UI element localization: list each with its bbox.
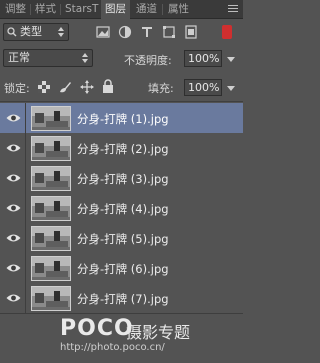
eye-icon xyxy=(6,264,21,272)
eye-icon xyxy=(6,234,21,242)
layer-thumbnail xyxy=(31,256,71,281)
lock-transparent-pixels-icon[interactable] xyxy=(38,81,50,93)
opacity-label: 不透明度: xyxy=(124,54,172,67)
filter-toggle-icon[interactable] xyxy=(222,25,232,39)
blend-row: 正常 不透明度: 100% xyxy=(0,46,243,70)
panel-tab-bar: 调整 样式 StarsT 图层 通道 属性 xyxy=(0,0,243,19)
tab-adjustments[interactable]: 调整 xyxy=(5,0,26,19)
adjustment-layer-filter-icon[interactable] xyxy=(118,25,132,39)
fill-arrow-icon[interactable] xyxy=(227,86,235,91)
layer-row[interactable]: 分身-打牌 (3).jpg xyxy=(0,163,243,194)
watermark-url: http://photo.poco.cn/ xyxy=(60,342,165,353)
layer-row[interactable]: 分身-打牌 (6).jpg xyxy=(0,253,243,284)
panel-menu-icon[interactable] xyxy=(228,5,238,14)
layer-thumbnail xyxy=(31,136,71,161)
pixel-layer-filter-icon[interactable] xyxy=(96,25,110,39)
dropdown-arrows-icon xyxy=(58,27,64,37)
layers-list: 分身-打牌 (1).jpg 分身-打牌 (2).jpg 分身-打牌 (3).jp… xyxy=(0,103,243,315)
tab-separator xyxy=(60,4,61,15)
tab-properties[interactable]: 属性 xyxy=(168,0,189,19)
visibility-toggle[interactable] xyxy=(0,223,26,253)
layer-kind-label: 类型 xyxy=(20,25,42,38)
eye-icon xyxy=(6,204,21,212)
dropdown-arrows-icon xyxy=(82,53,88,63)
type-layer-filter-icon[interactable] xyxy=(140,25,154,39)
visibility-toggle[interactable] xyxy=(0,193,26,223)
shape-layer-filter-icon[interactable] xyxy=(162,25,176,39)
blend-mode-dropdown[interactable]: 正常 xyxy=(3,49,93,67)
lock-all-icon[interactable] xyxy=(102,79,114,94)
watermark-footer: POCO 摄影专题 http://photo.poco.cn/ xyxy=(0,316,243,363)
poco-logo: POCO xyxy=(60,316,134,341)
layer-name: 分身-打牌 (6).jpg xyxy=(77,262,169,276)
visibility-toggle[interactable] xyxy=(0,103,26,133)
layer-name: 分身-打牌 (5).jpg xyxy=(77,232,169,246)
layer-row[interactable]: 分身-打牌 (1).jpg xyxy=(0,103,243,134)
layer-name: 分身-打牌 (3).jpg xyxy=(77,172,169,186)
tab-channels[interactable]: 通道 xyxy=(136,0,157,19)
tab-separator xyxy=(30,4,31,15)
tab-starst[interactable]: StarsT xyxy=(65,0,98,19)
layer-name: 分身-打牌 (2).jpg xyxy=(77,142,169,156)
layer-thumbnail xyxy=(31,226,71,251)
blend-mode-value: 正常 xyxy=(8,51,30,64)
lock-position-icon[interactable] xyxy=(80,80,94,94)
layer-name: 分身-打牌 (1).jpg xyxy=(77,112,169,126)
tab-layers[interactable]: 图层 xyxy=(101,0,130,19)
fill-field[interactable]: 100% xyxy=(184,79,222,96)
eye-icon xyxy=(6,144,21,152)
layer-thumbnail xyxy=(31,166,71,191)
tab-separator xyxy=(162,4,163,15)
search-icon xyxy=(7,27,17,37)
lock-row: 锁定: 填充: 100% xyxy=(0,74,243,100)
layer-thumbnail xyxy=(31,196,71,221)
lock-image-pixels-icon[interactable] xyxy=(58,80,72,94)
layer-name: 分身-打牌 (7).jpg xyxy=(77,292,169,306)
eye-icon xyxy=(6,294,21,302)
layer-name: 分身-打牌 (4).jpg xyxy=(77,202,169,216)
opacity-arrow-icon[interactable] xyxy=(227,57,235,62)
layer-thumbnail xyxy=(31,106,71,131)
fill-label: 填充: xyxy=(148,82,174,95)
layer-row[interactable]: 分身-打牌 (2).jpg xyxy=(0,133,243,164)
eye-icon xyxy=(6,174,21,182)
smart-object-filter-icon[interactable] xyxy=(184,25,198,39)
eye-icon xyxy=(6,114,21,122)
layer-row[interactable]: 分身-打牌 (7).jpg xyxy=(0,283,243,314)
filter-row: 类型 xyxy=(0,20,243,44)
layer-kind-dropdown[interactable]: 类型 xyxy=(3,23,69,41)
layer-thumbnail xyxy=(31,286,71,311)
layer-row[interactable]: 分身-打牌 (4).jpg xyxy=(0,193,243,224)
visibility-toggle[interactable] xyxy=(0,133,26,163)
opacity-field[interactable]: 100% xyxy=(184,50,222,67)
poco-logo-subtitle: 摄影专题 xyxy=(126,323,191,342)
visibility-toggle[interactable] xyxy=(0,283,26,313)
visibility-toggle[interactable] xyxy=(0,163,26,193)
panel-divider xyxy=(0,101,243,102)
tab-styles[interactable]: 样式 xyxy=(35,0,56,19)
lock-label: 锁定: xyxy=(4,82,30,95)
visibility-toggle[interactable] xyxy=(0,253,26,283)
layer-row[interactable]: 分身-打牌 (5).jpg xyxy=(0,223,243,254)
